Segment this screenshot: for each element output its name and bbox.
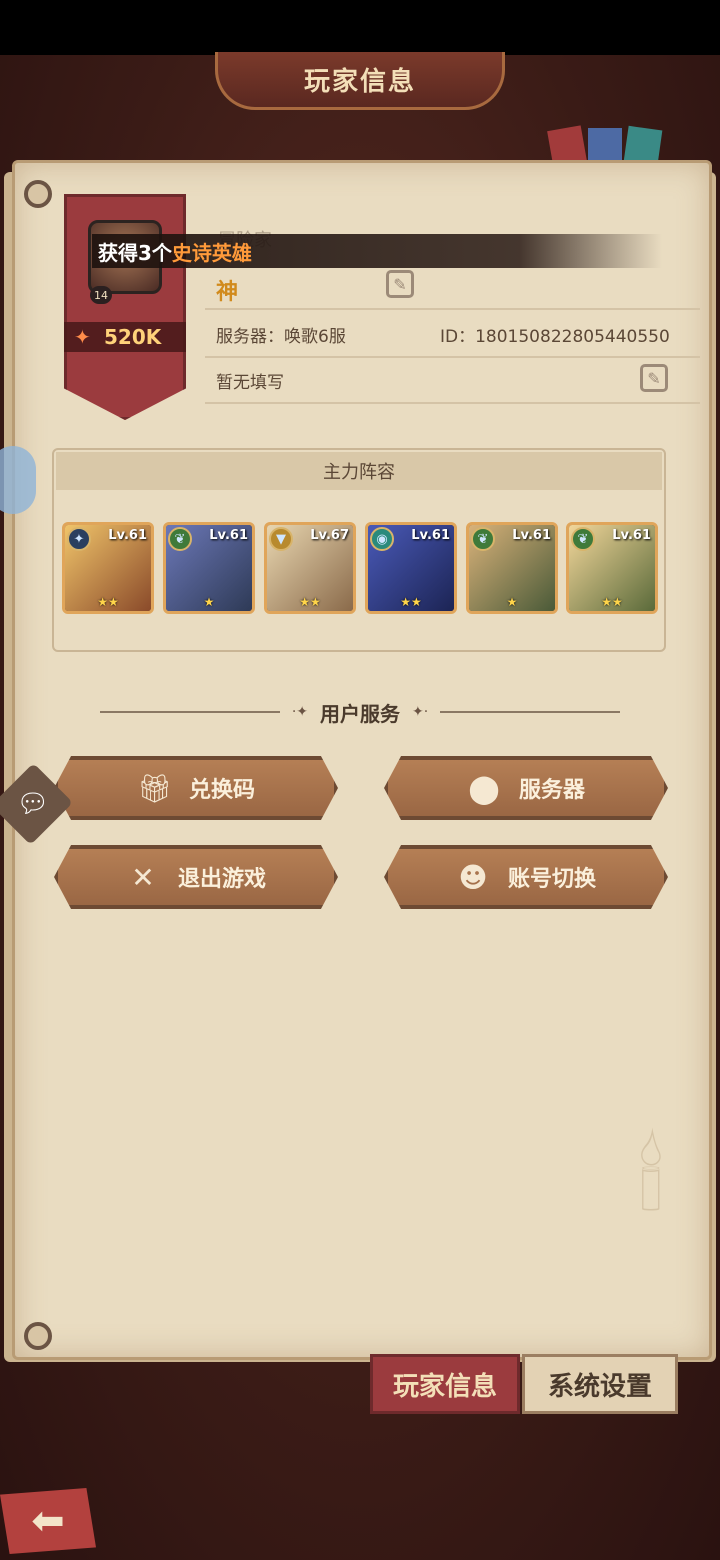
pencil-icon: ✎ — [647, 368, 661, 388]
toast-highlight: 史诗英雄 — [171, 240, 252, 265]
hero-card[interactable]: ▼ Lv.67 ★★ — [264, 522, 356, 614]
avatar-level-badge: 14 — [90, 286, 112, 304]
tab-player-info[interactable]: 玩家信息 — [370, 1354, 520, 1414]
wilder-icon: ❦ — [168, 527, 192, 551]
page-title: 玩家信息 — [303, 67, 416, 97]
graveborn-icon: ◉ — [370, 527, 394, 551]
button-label: 账号切换 — [507, 867, 596, 892]
hero-card[interactable]: ❦ Lv.61 ★ — [163, 522, 255, 614]
button-label: 退出游戏 — [177, 867, 266, 892]
edit-signature-button[interactable]: ✎ — [640, 364, 668, 392]
lightbearer-icon: ✦ — [67, 527, 91, 551]
divider — [205, 356, 700, 358]
back-arrow-icon: ⬅ — [31, 1498, 65, 1544]
hero-level: Lv.61 — [512, 528, 551, 543]
wilder-icon: ❦ — [571, 527, 595, 551]
pin-icon — [24, 1322, 52, 1350]
hero-stars: ★★ — [299, 595, 321, 609]
location-pin-icon: ⬤ — [468, 771, 500, 805]
divider — [205, 308, 700, 310]
hero-level: Lv.67 — [310, 528, 349, 543]
close-icon: ✕ — [131, 860, 155, 894]
reward-toast: 获得3个 史诗英雄 — [92, 234, 662, 268]
chat-icon: 💬︎ — [16, 789, 50, 819]
hero-level: Lv.61 — [411, 528, 450, 543]
exit-game-button[interactable]: ✕ 退出游戏 — [54, 845, 338, 909]
player-name: 神 — [216, 280, 239, 305]
lineup-header: 主力阵容 — [56, 452, 662, 490]
switch-account-button[interactable]: ☻ 账号切换 — [384, 845, 668, 909]
hero-stars: ★ — [203, 595, 215, 609]
wilder-icon: ❦ — [471, 527, 495, 551]
gift-icon: 🎁︎ — [136, 771, 173, 805]
server-info: 服务器：唤歌6服 — [216, 327, 346, 347]
player-id: ID：180150822805440550 — [440, 327, 670, 347]
hero-card[interactable]: ❦ Lv.61 ★★ — [566, 522, 658, 614]
toast-prefix: 获得3个 — [98, 240, 172, 265]
hero-card[interactable]: ❦ Lv.61 ★ — [466, 522, 558, 614]
hero-level: Lv.61 — [209, 528, 248, 543]
tab-label: 系统设置 — [547, 1371, 652, 1402]
flag-icon — [588, 128, 622, 164]
tab-system-settings[interactable]: 系统设置 — [522, 1354, 678, 1414]
hero-stars: ★★ — [400, 595, 422, 609]
hero-card[interactable]: ✦ Lv.61 ★★ — [62, 522, 154, 614]
services-header: ·✦ 用户服务 ✦· — [100, 696, 620, 728]
back-button[interactable]: ⬅ — [0, 1488, 96, 1554]
power-value: 520K — [104, 325, 162, 349]
side-chat-tab[interactable] — [0, 446, 36, 514]
power-display: ✦ 520K — [64, 322, 186, 352]
divider — [440, 711, 620, 713]
pin-icon — [24, 180, 52, 208]
lineup-title: 主力阵容 — [323, 462, 395, 483]
services-title: 用户服务 — [320, 701, 400, 726]
edit-name-button[interactable]: ✎ — [386, 270, 414, 298]
sparkle-icon: ·✦ — [291, 704, 308, 720]
hero-level: Lv.61 — [612, 528, 651, 543]
candle-icon: 🕯︎ — [637, 1124, 665, 1231]
pencil-icon: ✎ — [393, 274, 407, 294]
status-bar — [0, 0, 720, 55]
hero-stars: ★★ — [97, 595, 119, 609]
title-banner: 玩家信息 — [215, 52, 505, 110]
power-icon: ✦ — [74, 325, 91, 349]
hero-level: Lv.61 — [108, 528, 147, 543]
hero-card[interactable]: ◉ Lv.61 ★★ — [365, 522, 457, 614]
user-icon: ☻ — [458, 860, 488, 894]
redeem-code-button[interactable]: 🎁︎ 兑换码 — [54, 756, 338, 820]
signature: 暂无填写 — [216, 373, 284, 393]
tab-label: 玩家信息 — [392, 1371, 497, 1402]
button-label: 兑换码 — [188, 778, 255, 803]
hero-stars: ★★ — [601, 595, 623, 609]
celestial-icon: ▼ — [269, 527, 293, 551]
server-button[interactable]: ⬤ 服务器 — [384, 756, 668, 820]
divider — [205, 402, 700, 404]
hero-stars: ★ — [506, 595, 518, 609]
sparkle-icon: ✦· — [412, 704, 429, 720]
button-label: 服务器 — [518, 778, 585, 803]
divider — [100, 711, 280, 713]
